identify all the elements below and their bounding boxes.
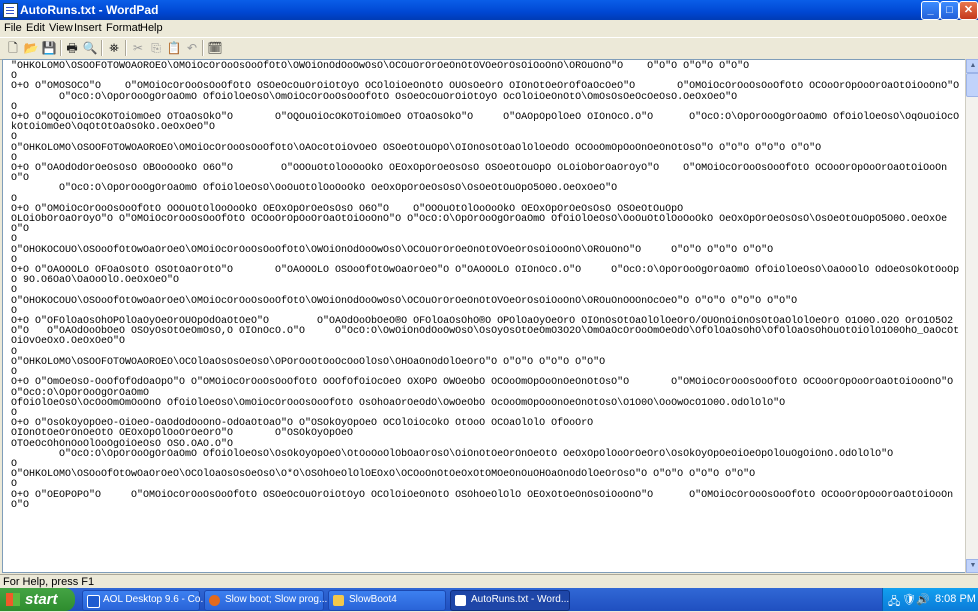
document-line: O+O O"OAOdOdOrOeOsOsO OBOoOoOkO O6O"O O"…: [11, 163, 948, 185]
scroll-up-arrow-icon[interactable]: ▲: [966, 59, 978, 73]
task-wordpad[interactable]: AutoRuns.txt - Word...: [450, 590, 570, 611]
task-label: SlowBoot4: [349, 594, 397, 605]
task-aol-desktop[interactable]: AOL Desktop 9.6 - Co...: [82, 590, 209, 611]
copy-icon[interactable]: ⎘: [148, 40, 164, 56]
document-line: O+O O"OQOuOiOcOKOTOiOmOeO OTOaOsOkO"O O"…: [11, 112, 960, 134]
system-tray: 🖧 🛡 🔊 8:08 PM: [882, 588, 978, 611]
minimize-button[interactable]: _: [921, 1, 940, 20]
windows-flag-icon: [6, 593, 20, 606]
document-text[interactable]: "OHKOLOMO\OSOOFOTOWOAOROEO\OMOiOcOrOoOsO…: [11, 61, 961, 511]
toolbar-separator: [60, 40, 62, 56]
document-line: O+O O"OEOPOPO"O O"OMOiOcOrOoOsOoOfOtO OS…: [11, 489, 954, 511]
volume-icon[interactable]: 🔊: [916, 593, 930, 606]
document-line: O"OcO:O\OpOrOoOgOrOaOmO OfOiOlOeOsO\OsOk…: [11, 448, 894, 460]
document-line: O+O O"OFOlOaOsOhOPOlOaOyOeOrOUOpOdOaOtOe…: [11, 316, 960, 348]
network-icon[interactable]: 🖧: [888, 593, 900, 612]
menu-edit[interactable]: Edit: [26, 22, 45, 34]
task-label: Slow boot; Slow prog...: [225, 594, 328, 605]
wordpad-icon: [455, 595, 466, 606]
document-line: O"OHOKOCOUO\OSOoOfOtOwOaOrOeO\OMOiOcOrOo…: [11, 244, 774, 256]
menu-help[interactable]: Help: [140, 22, 163, 34]
task-label: AOL Desktop 9.6 - Co...: [103, 594, 209, 605]
document-editor[interactable]: "OHKOLOMO\OSOOFOTOWOAOROEO\OMOiOcOrOoOsO…: [2, 59, 966, 573]
toolbar-separator: [101, 40, 103, 56]
document-line: O"OcO:O\OpOrOoOgOrOaOmO OfOiOlOeOsO\OoOu…: [11, 183, 618, 195]
task-label: AutoRuns.txt - Word...: [471, 594, 570, 605]
title-bar[interactable]: AutoRuns.txt - WordPad _ □ ✕: [0, 0, 978, 20]
menu-insert[interactable]: Insert: [74, 22, 102, 34]
menu-file[interactable]: File: [4, 22, 22, 34]
task-firefox[interactable]: Slow boot; Slow prog...: [204, 590, 328, 611]
start-label: start: [25, 591, 58, 608]
document-line: O"OHKOLOMO\OSOoOfOtOwOaOrOeO\OCOlOaOsOsO…: [11, 469, 756, 481]
maximize-button[interactable]: □: [940, 1, 959, 20]
print-preview-icon[interactable]: 🔍: [82, 40, 98, 56]
undo-icon[interactable]: ↶: [184, 40, 200, 56]
scroll-thumb[interactable]: [966, 73, 978, 97]
document-line: O"OHKOLOMO\OSOOFOTOWOAOROEO\OCOlOaOsOsOe…: [11, 356, 606, 368]
find-icon[interactable]: ⛯: [106, 40, 122, 56]
document-line: OIOnOtOeOrOnOeOtO OEOxOpOlOoOrOeOrO"O O"…: [11, 428, 354, 440]
document-line: O+O O"OmOeOsO-OoOfOfOdOaOpO"O O"OMOiOcOr…: [11, 377, 954, 399]
aol-icon: [87, 595, 100, 608]
toolbar-separator: [125, 40, 127, 56]
document-line: O: [11, 479, 18, 491]
folder-icon: [333, 595, 344, 606]
taskbar: start AOL Desktop 9.6 - Co... Slow boot;…: [0, 588, 978, 611]
document-line: "OHKOLOMO\OSOOFOTOWOAOROEO\OMOiOcOrOoOsO…: [11, 61, 750, 72]
toolbar: 🗋 📂 💾 🖶 🔍 ⛯ ✂ ⎘ 📋 ↶ 🗓: [0, 37, 978, 60]
open-icon[interactable]: 📂: [23, 40, 39, 56]
document-line: O"OHOKOCOUO\OSOoOfOtOwOaOrOeO\OMOiOcOrOo…: [11, 295, 798, 307]
document-line: O+O O"OAOOOLO OFOaOsOtO OSOtOaOrOtO"O O"…: [11, 265, 960, 287]
window-title: AutoRuns.txt - WordPad: [20, 3, 159, 17]
document-line: O"OcO:O\OpOrOoOgOrOaOmO OfOiOlOeOsO\OmOi…: [11, 91, 738, 103]
menu-bar: File Edit View Insert Format Help: [0, 20, 978, 36]
paste-icon[interactable]: 📋: [166, 40, 182, 56]
scroll-down-arrow-icon[interactable]: ▼: [966, 559, 978, 573]
status-bar: For Help, press F1: [0, 574, 978, 589]
firefox-icon: [209, 595, 220, 606]
security-icon[interactable]: 🛡: [902, 593, 916, 606]
status-text: For Help, press F1: [3, 576, 95, 588]
menu-format[interactable]: Format: [106, 22, 141, 34]
start-button[interactable]: start: [0, 588, 75, 611]
cut-icon[interactable]: ✂: [130, 40, 146, 56]
vertical-scrollbar[interactable]: ▲ ▼: [965, 59, 978, 573]
insert-datetime-icon[interactable]: 🗓: [207, 40, 223, 56]
document-line: OfOiOlOeOsO\OcOoOmOmOoOnO OfOiOlOeOsO\Om…: [11, 397, 786, 409]
clock: 8:08 PM: [935, 593, 976, 605]
close-button[interactable]: ✕: [959, 1, 978, 20]
wordpad-app-icon[interactable]: [3, 3, 18, 18]
toolbar-separator: [202, 40, 204, 56]
print-icon[interactable]: 🖶: [64, 40, 80, 56]
new-icon[interactable]: 🗋: [5, 40, 21, 56]
save-icon[interactable]: 💾: [41, 40, 57, 56]
document-line: O"OHKOLOMO\OSOOFOTOWOAOROEO\OMOiOcOrOoOs…: [11, 142, 822, 154]
menu-view[interactable]: View: [49, 22, 73, 34]
document-line: OLOiObOrOaOrOyO"O O"OMOiOcOrOoOsOoOfOtO …: [11, 214, 948, 236]
task-slowboot4[interactable]: SlowBoot4: [328, 590, 446, 611]
